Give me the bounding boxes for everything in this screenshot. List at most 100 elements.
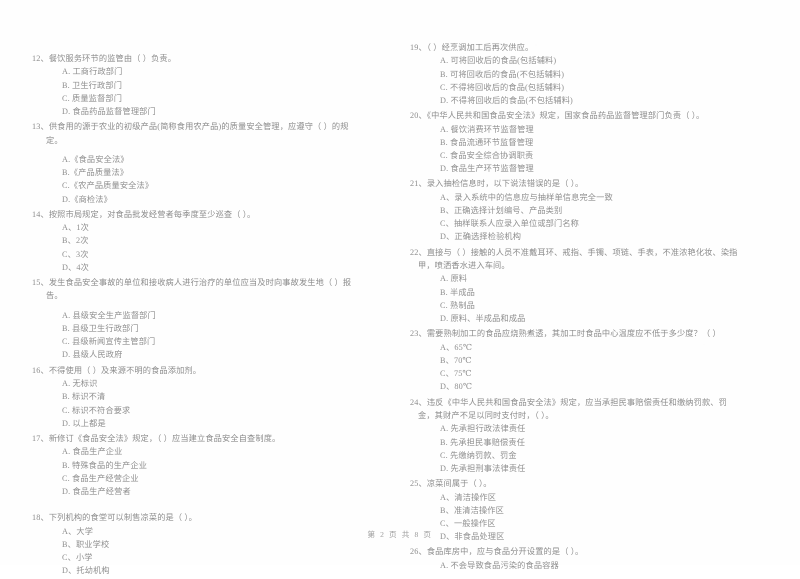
two-column-body: 12、餐饮服务环节的监管由（ ）负责。 A. 工商行政部门 B. 卫生行政部门 … <box>0 0 800 575</box>
option-item[interactable]: B. 半成品 <box>410 286 740 299</box>
question-text: 发生食品安全事故的单位和接收病人进行治疗的单位应当及时向事故发生地（ ）报告。 <box>46 278 352 301</box>
question-text: 《中华人民共和国食品安全法》规定，国家食品药品监督管理部门负责（ ）。 <box>426 111 705 121</box>
option-item[interactable]: D. 县级人民政府 <box>32 348 362 361</box>
option-item[interactable]: B. 食品流通环节监督管理 <box>410 136 740 149</box>
question-stem: 20、《中华人民共和国食品安全法》规定，国家食品药品监督管理部门负责（ ）。 <box>410 109 740 122</box>
option-item[interactable]: B、准清洁操作区 <box>410 504 740 517</box>
option-item[interactable]: A、1次 <box>32 221 362 234</box>
question-number: 21、 <box>410 179 427 189</box>
option-item[interactable]: D、4次 <box>32 261 362 274</box>
option-item[interactable]: B. 县级卫生行政部门 <box>32 322 362 335</box>
option-item[interactable]: A、清洁操作区 <box>410 491 740 504</box>
option-item[interactable]: D. 食品生产环节监督管理 <box>410 162 740 175</box>
question-block: 24、违反《中华人民共和国食品安全法》规定，应当承担民事赔偿责任和缴纳罚款、罚金… <box>410 396 740 476</box>
option-item[interactable]: D、托幼机构 <box>32 564 362 577</box>
question-stem: 25、凉菜间属于（ ）。 <box>410 477 740 490</box>
option-item[interactable]: D. 先承担刑事法律责任 <box>410 462 740 475</box>
question-text: 不得使用（ ）及来源不明的食品添加剂。 <box>48 365 202 375</box>
question-block: 23、需要熟制加工的食品应烧熟煮透，其加工时食品中心温度应不低于多少度？（ ） … <box>410 327 740 393</box>
option-item[interactable]: C. 不得将回收后的食品(包括辅料) <box>410 81 740 94</box>
question-text: 违反《中华人民共和国食品安全法》规定，应当承担民事赔偿责任和缴纳罚款、罚金，其财… <box>418 397 727 420</box>
option-item[interactable]: C. 标识不符合要求 <box>32 404 362 417</box>
option-item[interactable]: C. 先缴纳罚款、罚金 <box>410 449 740 462</box>
option-item[interactable]: D. 食品生产经营者 <box>32 485 362 498</box>
question-block: 20、《中华人民共和国食品安全法》规定，国家食品药品监督管理部门负责（ ）。 A… <box>410 109 740 175</box>
right-column: 19、（ ）经烹调加工后再次供应。 A. 可将回收后的食品(包括辅料) B. 可… <box>410 0 740 574</box>
question-block: 21、录入抽检信息时，以下说法错误的是（ ）。 A、录入系统中的信息应与抽样单信… <box>410 177 740 243</box>
question-text: 按照市局规定，对食品批发经营者每季度至少巡查（ ）。 <box>48 209 256 219</box>
question-stem: 18、下列机构的食堂可以制售凉菜的是（ ）。 <box>32 511 362 524</box>
question-number: 18、 <box>32 513 49 523</box>
option-item[interactable]: D. 不得将回收后的食品(不包括辅料) <box>410 94 740 107</box>
question-text: （ ）经烹调加工后再次供应。 <box>426 43 534 52</box>
option-item[interactable]: A、录入系统中的信息应与抽样单信息完全一致 <box>410 191 740 204</box>
question-block: 17、新修订《食品安全法》规定，（ ）应当建立食品安全自查制度。 A. 食品生产… <box>32 432 362 498</box>
option-item[interactable]: D、正确选择检验机构 <box>410 230 740 243</box>
option-item[interactable]: B、正确选择计划编号、产品类别 <box>410 204 740 217</box>
option-item[interactable]: A. 原料 <box>410 272 740 285</box>
option-item[interactable]: D.《商检法》 <box>32 193 362 206</box>
option-item[interactable]: D. 原料、半成品和成品 <box>410 312 740 325</box>
scanned-page: 12、餐饮服务环节的监管由（ ）负责。 A. 工商行政部门 B. 卫生行政部门 … <box>0 0 800 575</box>
question-text: 餐饮服务环节的监管由（ ）负责。 <box>48 54 177 63</box>
option-item[interactable]: C. 熟制品 <box>410 299 740 312</box>
question-stem: 23、需要熟制加工的食品应烧熟煮透，其加工时食品中心温度应不低于多少度？（ ） <box>410 327 740 340</box>
question-number: 13、 <box>32 122 49 132</box>
question-number: 20、 <box>410 111 427 121</box>
option-item[interactable]: D、80℃ <box>410 380 740 393</box>
option-item[interactable]: C、小学 <box>32 551 362 564</box>
question-stem: 13、供食用的源于农业的初级产品(简称食用农产品)的质量安全管理，应遵守（ ）的… <box>32 120 362 147</box>
option-item[interactable]: B. 卫生行政部门 <box>32 79 362 92</box>
question-text: 需要熟制加工的食品应烧熟煮透，其加工时食品中心温度应不低于多少度？（ ） <box>426 329 721 339</box>
option-item[interactable]: C、抽样联系人应录入单位或部门名称 <box>410 217 740 230</box>
question-text: 直接与（ ）接触的人员不准戴耳环、戒指、手镯、项链、手表，不准浓艳化妆、染指甲，… <box>418 247 738 271</box>
option-item[interactable]: A. 食品生产企业 <box>32 445 362 458</box>
question-number: 23、 <box>410 329 427 339</box>
question-stem: 19、（ ）经烹调加工后再次供应。 <box>410 41 740 54</box>
option-item[interactable]: A. 无标识 <box>32 377 362 390</box>
option-item[interactable]: B. 先承担民事赔偿责任 <box>410 436 740 449</box>
option-item[interactable]: D. 食品药品监督管理部门 <box>32 105 362 118</box>
option-item[interactable]: A. 先承担行政法律责任 <box>410 422 740 435</box>
question-stem: 12、餐饮服务环节的监管由（ ）负责。 <box>32 52 362 65</box>
option-item[interactable]: B、70℃ <box>410 354 740 367</box>
block-gap <box>32 500 362 511</box>
option-item[interactable]: B. 标识不清 <box>32 390 362 403</box>
question-number: 17、 <box>32 433 49 443</box>
question-stem: 24、违反《中华人民共和国食品安全法》规定，应当承担民事赔偿责任和缴纳罚款、罚金… <box>410 396 740 423</box>
question-number: 14、 <box>32 209 49 219</box>
question-block: 15、发生食品安全事故的单位和接收病人进行治疗的单位应当及时向事故发生地（ ）报… <box>32 276 362 362</box>
option-item[interactable]: B.《产品质量法》 <box>32 166 362 179</box>
question-text: 供食用的源于农业的初级产品(简称食用农产品)的质量安全管理，应遵守（ ）的规定。 <box>46 122 349 145</box>
question-stem: 16、不得使用（ ）及来源不明的食品添加剂。 <box>32 364 362 377</box>
option-item[interactable]: D. 以上都是 <box>32 417 362 430</box>
option-item[interactable]: A.《食品安全法》 <box>32 153 362 166</box>
option-item[interactable]: B、2次 <box>32 234 362 247</box>
question-number: 22、 <box>410 247 427 257</box>
option-item[interactable]: A. 餐饮消费环节监督管理 <box>410 123 740 136</box>
question-block: 18、下列机构的食堂可以制售凉菜的是（ ）。 A、大学 B、职业学校 C、小学 … <box>32 511 362 577</box>
question-stem: 21、录入抽检信息时，以下说法错误的是（ ）。 <box>410 177 740 190</box>
question-stem: 17、新修订《食品安全法》规定，（ ）应当建立食品安全自查制度。 <box>32 432 362 445</box>
option-item[interactable]: C.《农产品质量安全法》 <box>32 179 362 192</box>
option-item[interactable]: B. 特殊食品的生产企业 <box>32 459 362 472</box>
question-number: 25、 <box>410 479 427 489</box>
option-item[interactable]: C. 食品安全综合协调职责 <box>410 149 740 162</box>
option-item[interactable]: C. 质量监督部门 <box>32 92 362 105</box>
option-item[interactable]: A. 工商行政部门 <box>32 65 362 78</box>
left-column: 12、餐饮服务环节的监管由（ ）负责。 A. 工商行政部门 B. 卫生行政部门 … <box>32 0 362 579</box>
option-item[interactable]: C. 县级新闻宣传主管部门 <box>32 335 362 348</box>
option-item[interactable]: A、65℃ <box>410 341 740 354</box>
question-number: 19、 <box>410 43 427 52</box>
option-item[interactable]: C. 食品生产经营企业 <box>32 472 362 485</box>
option-item[interactable]: C、75℃ <box>410 367 740 380</box>
option-item[interactable]: A. 县级安全生产监督部门 <box>32 309 362 322</box>
question-number: 26、 <box>410 547 427 557</box>
option-item[interactable]: A. 可将回收后的食品(包括辅料) <box>410 54 740 67</box>
option-item[interactable]: B. 可将回收后的食品(不包括辅料) <box>410 68 740 81</box>
option-item[interactable]: A. 不会导致食品污染的食品容器 <box>410 559 740 572</box>
question-text: 凉菜间属于（ ）。 <box>426 479 492 489</box>
question-stem: 26、食品库房中，应与食品分开设置的是（ ）。 <box>410 545 740 558</box>
option-item[interactable]: C、3次 <box>32 248 362 261</box>
page-footer: 第 2 页 共 8 页 <box>367 530 433 539</box>
